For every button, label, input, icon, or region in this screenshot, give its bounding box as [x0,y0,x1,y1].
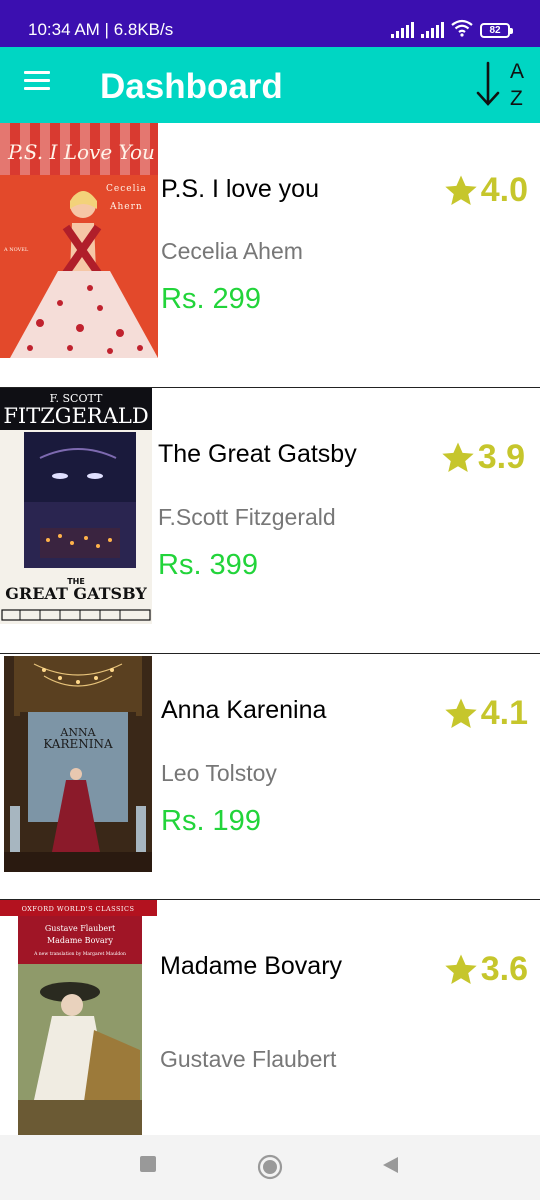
rating: 3.6 [443,950,528,989]
rating-value: 4.1 [480,694,528,732]
cover-author: Gustave Flaubert [45,924,116,933]
cover-series: OXFORD WORLD'S CLASSICS [22,905,135,913]
square-icon [140,1156,156,1172]
star-icon [443,697,479,731]
cover-header: P.S. I Love You [7,140,155,164]
book-cover-image: P.S. I Love You Cecelia Ahern A NOVEL [0,123,158,358]
circle-icon [257,1154,283,1180]
home-button[interactable] [257,1154,283,1185]
cover-title: Madame Bovary [47,936,114,945]
book-item[interactable]: ANNA KARENINA Anna Karenina Leo Tolstoy … [0,654,540,900]
rating-value: 3.9 [477,438,525,476]
hamburger-icon [24,71,52,90]
triangle-back-icon [383,1157,398,1173]
cover-author-1: Cecelia [106,184,147,194]
rating-value: 4.0 [480,171,528,209]
star-icon [443,174,479,208]
star-icon [440,441,476,475]
cover-title-2: KARENINA [43,737,113,751]
battery-icon: 82 [480,22,513,38]
cover-title: GREAT GATSBY [5,584,147,603]
page-title: Dashboard [100,67,283,106]
book-item[interactable]: F. SCOTT FITZGERALD THE GREAT GATSBY The… [0,388,540,654]
cover-side-label: A NOVEL [3,247,29,253]
app-bar: Dashboard A Z [0,47,540,123]
book-author: F.Scott Fitzgerald [158,504,336,530]
book-price: Rs. 299 [161,283,261,315]
status-bar: 10:34 AM | 6.8KB/s 82 [0,0,540,47]
status-time: 10:34 AM | 6.8KB/s [28,20,174,39]
rating-value: 3.6 [480,950,528,988]
sort-alpha-icon: A Z [476,60,524,110]
book-title: P.S. I love you [161,175,319,203]
rating: 4.0 [443,171,528,210]
book-cover-image: F. SCOTT FITZGERALD THE GREAT GATSBY [0,388,152,624]
system-nav-bar [0,1135,540,1200]
sort-button[interactable]: A Z [474,57,528,113]
cover-author: FITZGERALD [3,404,148,428]
book-author: Leo Tolstoy [161,760,277,786]
sort-label-a: A [510,60,524,83]
signal-icon-2 [421,22,444,38]
book-author: Cecelia Ahem [161,238,303,264]
book-title: Madame Bovary [160,952,343,980]
status-icons: 82 [391,19,513,42]
star-icon [443,953,479,987]
rating: 3.9 [440,438,525,477]
menu-button[interactable] [24,71,52,99]
rating: 4.1 [443,694,528,733]
book-title: Anna Karenina [161,696,327,724]
signal-icon [391,22,414,38]
cover-author-2: Ahern [109,202,143,212]
sort-label-z: Z [510,87,523,110]
cover-subtitle: A new translation by Margaret Mauldon [33,951,126,957]
book-price: Rs. 399 [158,549,258,581]
back-button[interactable] [380,1155,400,1180]
book-item[interactable]: OXFORD WORLD'S CLASSICS Gustave Flaubert… [0,900,540,1135]
book-author: Gustave Flaubert [160,1046,337,1072]
book-title: The Great Gatsby [158,440,357,468]
book-price: Rs. 199 [161,805,261,837]
book-item[interactable]: P.S. I Love You Cecelia Ahern A NOVEL P.… [0,123,540,388]
recent-apps-button[interactable] [139,1155,157,1178]
book-cover-image: ANNA KARENINA [4,656,152,872]
wifi-icon [451,19,473,42]
book-cover-image: OXFORD WORLD'S CLASSICS Gustave Flaubert… [0,900,157,1135]
